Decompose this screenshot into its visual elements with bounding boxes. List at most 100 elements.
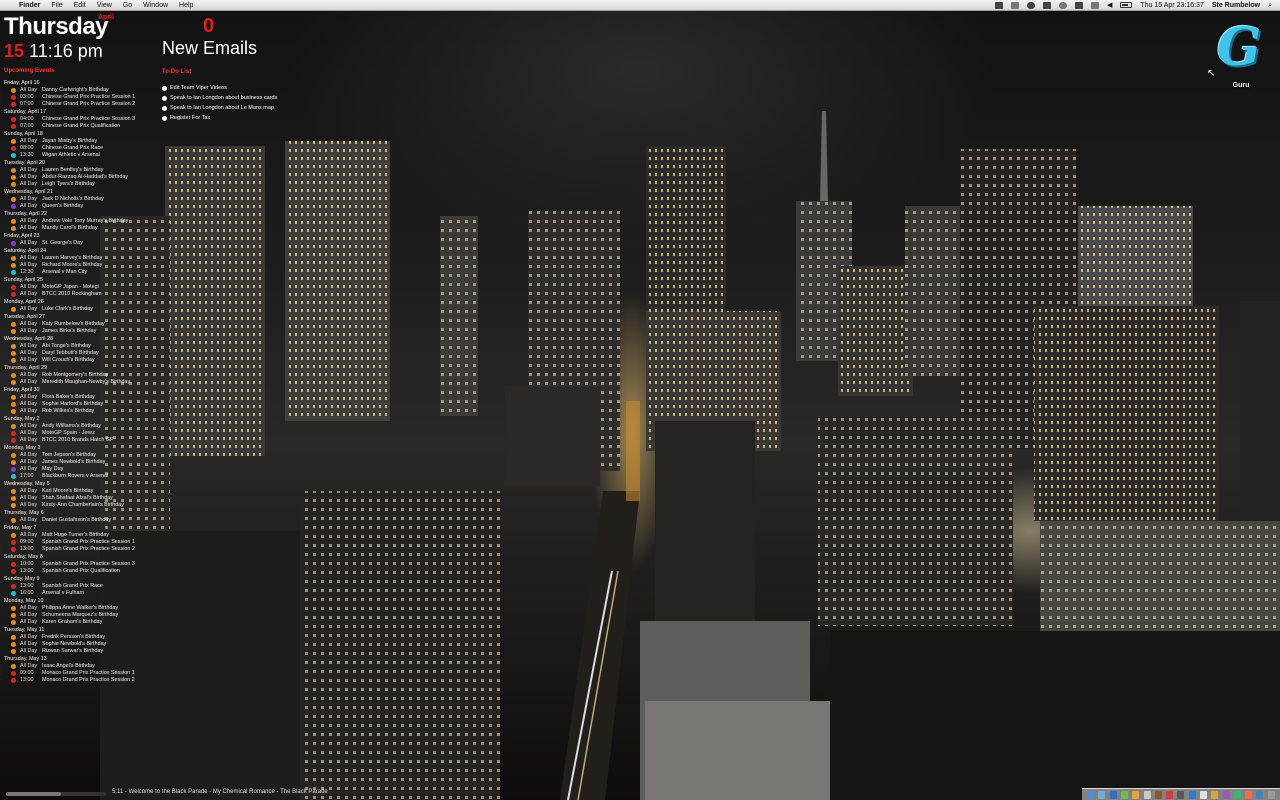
volume-icon[interactable]: ◀	[1107, 0, 1112, 11]
app-dock-icon[interactable]	[1245, 790, 1253, 799]
event-item[interactable]: 13:30 Wigan Athletic v Arsenal	[4, 152, 154, 159]
menu-extra-icon[interactable]	[995, 1, 1004, 9]
todo-item[interactable]: Speak to Ian Longdon about business card…	[162, 93, 277, 103]
menu-help[interactable]: Help	[179, 0, 193, 11]
app-dock-icon[interactable]	[1143, 790, 1151, 799]
app-dock-icon[interactable]	[1188, 790, 1196, 799]
event-item[interactable]: All Day Lauren Harvey's Birthday	[4, 255, 154, 262]
mail-dock-icon[interactable]	[1098, 790, 1106, 799]
event-item[interactable]: All Day Abdur-Razzaq Al-Haddad's Birthday	[4, 174, 154, 181]
app-dock-icon[interactable]	[1211, 790, 1219, 799]
event-item[interactable]: All Day Mandy Carol's Birthday	[4, 225, 154, 232]
event-item[interactable]: All Day Daryl Tebbutt's Birthday	[4, 350, 154, 357]
event-item[interactable]: All Day Andy Williams's Birthday	[4, 423, 154, 430]
event-item[interactable]: All Day Abi Tonge's Birthday	[4, 343, 154, 350]
event-item[interactable]: All Day Sophie Newbold's Birthday	[4, 641, 154, 648]
event-item[interactable]: All Day Karen Graham's Birthday	[4, 619, 154, 626]
app-dock-icon[interactable]	[1233, 790, 1241, 799]
trash-dock-icon[interactable]	[1267, 790, 1275, 799]
guru-g-icon[interactable]: G	[1215, 20, 1263, 76]
spotlight-search-icon[interactable]: ⌕	[1268, 0, 1272, 11]
finder-dock-icon[interactable]	[1087, 790, 1095, 799]
desktop-icon-guru[interactable]: G ↖ Guru	[1207, 20, 1267, 90]
event-item[interactable]: 13:00 Monaco Grand Prix Practice Session …	[4, 677, 154, 684]
menu-go[interactable]: Go	[123, 0, 132, 11]
event-item[interactable]: 09:00 Monaco Grand Prix Practice Session …	[4, 670, 154, 677]
menubar-clock[interactable]: Thu 15 Apr 23:16:37	[1140, 0, 1203, 11]
event-item[interactable]: 09:00 Spanish Grand Prix Practice Session…	[4, 539, 154, 546]
event-item[interactable]: All Day Queen's Birthday	[4, 203, 154, 210]
event-item[interactable]: 10:00 Spanish Grand Prix Practice Session…	[4, 561, 154, 568]
event-item[interactable]: 07:00 Chinese Grand Prix Practice Session…	[4, 101, 154, 108]
event-item[interactable]: 07:00 Chinese Grand Prix Qualification	[4, 123, 154, 130]
menu-window[interactable]: Window	[143, 0, 168, 11]
track-progress-bar[interactable]	[6, 792, 106, 796]
wifi-icon[interactable]	[1091, 1, 1100, 9]
event-item[interactable]: All Day Richard Moore's Birthday	[4, 262, 154, 269]
menu-extra-icon[interactable]	[1027, 1, 1036, 9]
event-item[interactable]: 13:00 Spanish Grand Prix Qualification	[4, 568, 154, 575]
menu-file[interactable]: File	[51, 0, 62, 11]
bluetooth-icon[interactable]	[1075, 1, 1084, 9]
app-dock-icon[interactable]	[1177, 790, 1185, 799]
event-item[interactable]: All Day MotoGP Spain - Jerez	[4, 430, 154, 437]
event-item[interactable]: All Day BTCC 2010 Brands Hatch GP	[4, 437, 154, 444]
event-item[interactable]: All Day Katy Rumbelow's Birthday	[4, 321, 154, 328]
event-item[interactable]: All Day Sophie Harford's Birthday	[4, 401, 154, 408]
event-item[interactable]: All Day Karl Moore's Birthday	[4, 488, 154, 495]
event-item[interactable]: All Day James Birks's Birthday	[4, 328, 154, 335]
user-name[interactable]: Ste Rumbelow	[1212, 0, 1260, 11]
app-dock-icon[interactable]	[1199, 790, 1207, 799]
event-item[interactable]: All Day BTCC 2010 Rockingham	[4, 291, 154, 298]
event-item[interactable]: All Day Rob Wilkes's Birthday	[4, 408, 154, 415]
event-item[interactable]: 08:00 Chinese Grand Prix Race	[4, 145, 154, 152]
messages-dock-icon[interactable]	[1120, 790, 1128, 799]
menu-extra-icon[interactable]	[1043, 1, 1052, 9]
event-item[interactable]: 13:00 Spanish Grand Prix Practice Session…	[4, 546, 154, 553]
event-item[interactable]: All Day Rizwan Sarwar's Birthday	[4, 648, 154, 655]
time-machine-icon[interactable]	[1059, 1, 1068, 9]
event-item[interactable]: All Day Schumeena Marquez's Birthday	[4, 612, 154, 619]
event-item[interactable]: All Day Flora Baker's Birthday	[4, 394, 154, 401]
todo-item[interactable]: Register For Tax	[162, 113, 277, 123]
event-item[interactable]: All Day Jayan Mistry's Birthday	[4, 138, 154, 145]
event-item[interactable]: 12:30 Arsenal v Man City	[4, 269, 154, 276]
app-dock-icon[interactable]	[1256, 790, 1264, 799]
todo-item[interactable]: Edit Team Viper Videos	[162, 83, 277, 93]
event-item[interactable]: 13:00 Spanish Grand Prix Race	[4, 583, 154, 590]
event-item[interactable]: All Day Lauren Bentley's Birthday	[4, 167, 154, 174]
event-item[interactable]: All Day Andrew Vole Tony Murray's Birthda…	[4, 218, 154, 225]
app-dock-icon[interactable]	[1154, 790, 1162, 799]
event-item[interactable]: All Day James Newbold's Birthday	[4, 459, 154, 466]
event-item[interactable]: All Day Kirsty-Ann Chamberlain's Birthday	[4, 502, 154, 509]
menu-view[interactable]: View	[97, 0, 112, 11]
event-item[interactable]: All Day Philippa Anne Walker's Birthday	[4, 605, 154, 612]
event-item[interactable]: 04:00 Chinese Grand Prix Practice Session…	[4, 116, 154, 123]
menu-edit[interactable]: Edit	[74, 0, 86, 11]
event-item[interactable]: All Day Tom Jepson's Birthday	[4, 452, 154, 459]
event-item[interactable]: All Day St. George's Day	[4, 240, 154, 247]
event-item[interactable]: All Day Leigh Tyers's Birthday	[4, 181, 154, 188]
event-item[interactable]: All Day Luke Clark's Birthday	[4, 306, 154, 313]
event-item[interactable]: All Day May Day	[4, 466, 154, 473]
event-item[interactable]: All Day MotoGP Japan - Motegi	[4, 284, 154, 291]
event-item[interactable]: All Day Shah Shafaat Afzal's Birthday	[4, 495, 154, 502]
event-item[interactable]: 03:00 Chinese Grand Prix Practice Session…	[4, 94, 154, 101]
event-item[interactable]: 17:00 Blackburn Rovers v Arsenal	[4, 473, 154, 480]
event-item[interactable]: All Day Jack D Nicholls's Birthday	[4, 196, 154, 203]
app-dock-icon[interactable]	[1132, 790, 1140, 799]
menu-extra-icon[interactable]	[1011, 1, 1020, 9]
event-item[interactable]: 16:00 Arsenal v Fulham	[4, 590, 154, 597]
event-item[interactable]: All Day Rob Montgomery's Birthday	[4, 372, 154, 379]
todo-item[interactable]: Speak to Ian Longdon about Le Mans map	[162, 103, 277, 113]
event-item[interactable]: All Day Meredith Maughan-Newby's Birthday	[4, 379, 154, 386]
event-item[interactable]: All Day Daniel Gustafsson's Birthday	[4, 517, 154, 524]
event-item[interactable]: All Day Matt Hugo Turner's Birthday	[4, 532, 154, 539]
event-item[interactable]: All Day Danny Cartwright's Birthday	[4, 87, 154, 94]
safari-dock-icon[interactable]	[1109, 790, 1117, 799]
event-item[interactable]: All Day Will Crouch's Birthday	[4, 357, 154, 364]
event-item[interactable]: All Day Fredrik Persson's Birthday	[4, 634, 154, 641]
event-item[interactable]: All Day Isaac Angel's Birthday	[4, 663, 154, 670]
battery-icon[interactable]	[1120, 2, 1133, 8]
app-dock-icon[interactable]	[1166, 790, 1174, 799]
